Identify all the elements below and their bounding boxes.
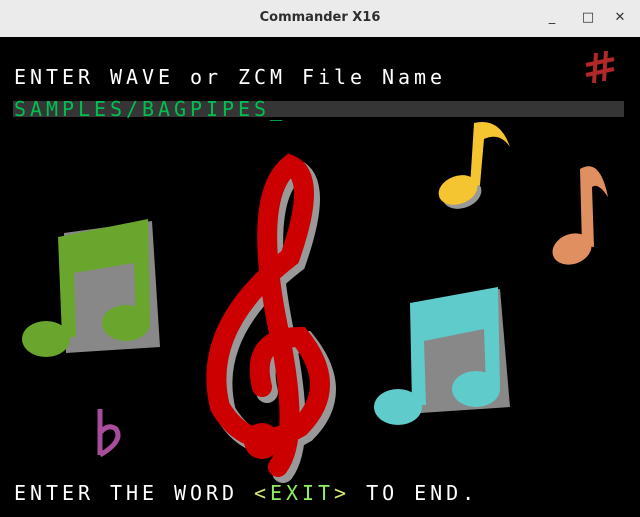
eighth-note-yellow-icon [438, 122, 510, 209]
exit-word: EXIT [270, 481, 335, 505]
beamed-notes-green-icon [22, 219, 160, 357]
eighth-note-orange-icon [552, 166, 608, 265]
footer-instructions: ENTER THE WORD <EXIT> TO END. [14, 481, 479, 505]
bracket-right: > [334, 481, 351, 505]
footer-after: TO END. [350, 481, 479, 505]
text-cursor: _ [270, 97, 287, 121]
prompt-label: ENTER WAVE or ZCM File Name [14, 65, 447, 89]
minimize-button[interactable]: _ [542, 8, 562, 28]
maximize-button[interactable]: □ [578, 8, 598, 28]
title-bar: Commander X16 _ □ ✕ [0, 0, 640, 38]
sharp-icon [585, 50, 615, 84]
flat-icon [97, 409, 121, 458]
file-name-input[interactable]: SAMPLES/BAGPIPES_ [14, 97, 287, 121]
close-button[interactable]: ✕ [610, 8, 630, 28]
footer-before: ENTER THE WORD [14, 481, 255, 505]
treble-clef-icon [206, 153, 336, 483]
emulator-screen[interactable]: ENTER WAVE or ZCM File Name SAMPLES/BAGP… [0, 37, 640, 517]
bracket-left: < [254, 481, 271, 505]
beamed-notes-cyan-icon [374, 287, 510, 425]
file-name-value: SAMPLES/BAGPIPES [14, 97, 271, 121]
